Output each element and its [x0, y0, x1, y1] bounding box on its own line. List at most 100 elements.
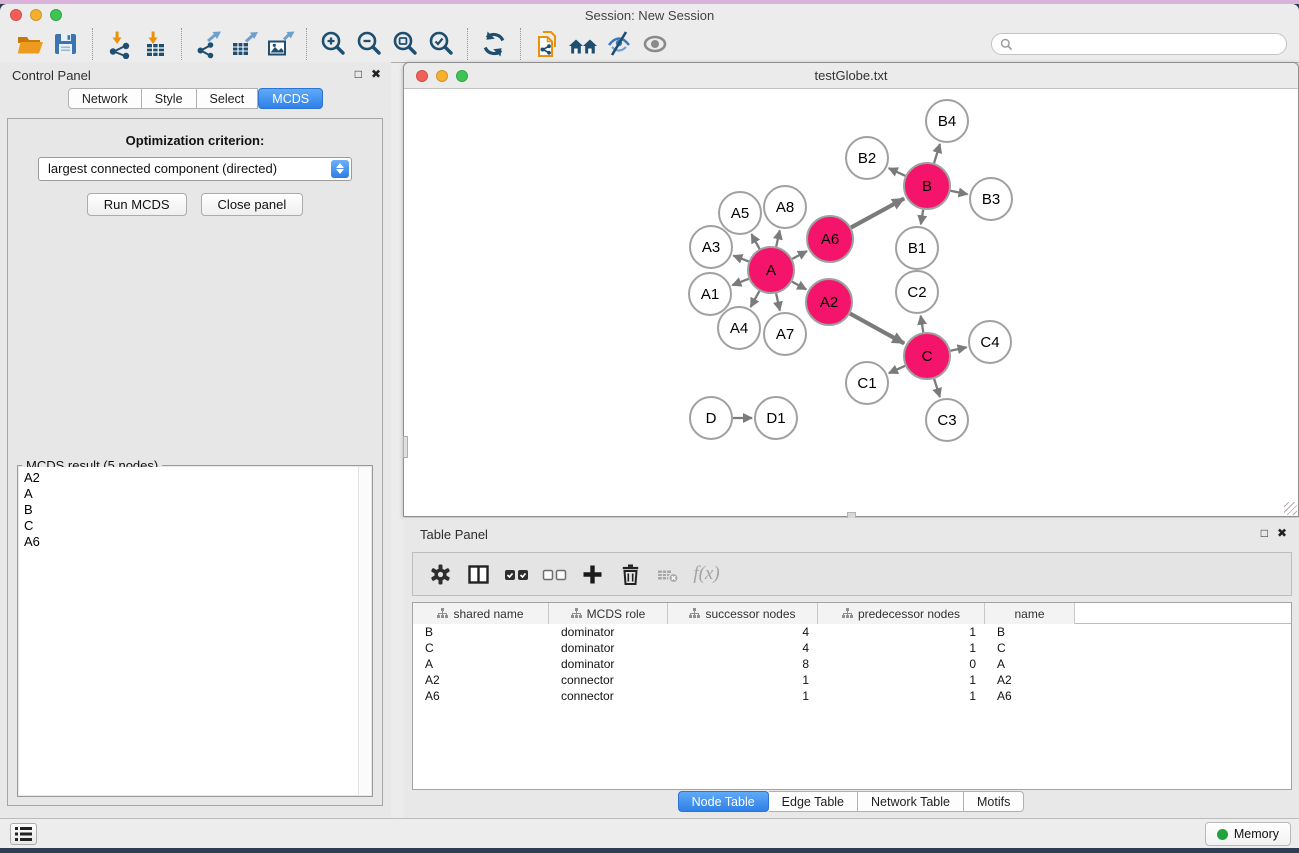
export-image-button[interactable] [262, 27, 298, 61]
mcds-result-list[interactable]: A2ABCA6 [19, 467, 371, 795]
result-item[interactable]: C [19, 518, 371, 534]
result-list-scrollbar[interactable] [358, 467, 371, 795]
zoom-out-button[interactable] [351, 27, 387, 61]
minimize-window-button[interactable] [30, 9, 42, 21]
delete-column-button[interactable] [616, 559, 645, 589]
open-session-button[interactable] [12, 27, 48, 61]
result-item[interactable]: A6 [19, 534, 371, 550]
graph-edge-A-A1[interactable] [732, 279, 748, 285]
table-tab-node-table[interactable]: Node Table [678, 791, 769, 812]
table-row[interactable]: Bdominator41B [413, 624, 1291, 640]
graph-edge-B-B4[interactable] [934, 144, 940, 163]
cell-predecessor-nodes: 0 [818, 656, 985, 672]
tab-style[interactable]: Style [142, 88, 197, 109]
network-window-titlebar[interactable]: testGlobe.txt [404, 63, 1298, 89]
float-panel-icon[interactable]: □ [355, 67, 362, 81]
table-panel: Table Panel □ ✖ [403, 518, 1299, 819]
graph-edge-C-C4[interactable] [950, 347, 966, 351]
import-table-button[interactable] [137, 27, 173, 61]
criterion-dropdown[interactable]: largest connected component (directed) [38, 157, 352, 181]
float-panel-icon[interactable]: □ [1261, 526, 1268, 540]
tab-network[interactable]: Network [68, 88, 142, 109]
table-row[interactable]: Adominator80A [413, 656, 1291, 672]
table-settings-button[interactable] [426, 559, 455, 589]
splitter-grip-left[interactable] [403, 436, 408, 458]
graph-edge-A-A5[interactable] [751, 234, 759, 249]
graph-edge-A-A4[interactable] [751, 291, 760, 307]
refresh-icon [479, 29, 509, 59]
column-header-predecessor-nodes[interactable]: predecessor nodes [818, 603, 985, 624]
network-minimize-button[interactable] [436, 70, 448, 82]
column-header-mcds-role[interactable]: MCDS role [549, 603, 668, 624]
resize-corner-icon[interactable] [1284, 502, 1297, 515]
cell-name: A6 [985, 688, 1075, 704]
column-header-successor-nodes[interactable]: successor nodes [668, 603, 818, 624]
show-columns-button[interactable] [464, 559, 493, 589]
table-tab-motifs[interactable]: Motifs [964, 791, 1024, 812]
graph-edge-A6-B[interactable] [851, 198, 904, 227]
graph-edge-A-A8[interactable] [776, 230, 780, 246]
close-panel-button[interactable]: Close panel [201, 193, 304, 216]
graph-edge-A2-C[interactable] [850, 314, 904, 344]
search-field[interactable] [991, 33, 1287, 55]
memory-button[interactable]: Memory [1205, 822, 1291, 846]
column-header-name[interactable]: name [985, 603, 1075, 624]
table-row[interactable]: A6connector11A6 [413, 688, 1291, 704]
table-row[interactable]: A2connector11A2 [413, 672, 1291, 688]
deselect-all-button[interactable] [540, 559, 569, 589]
table-tab-network-table[interactable]: Network Table [858, 791, 964, 812]
result-item[interactable]: B [19, 502, 371, 518]
table-row[interactable]: Cdominator41C [413, 640, 1291, 656]
hide-selected-button[interactable] [601, 27, 637, 61]
close-window-button[interactable] [10, 9, 22, 21]
column-header-shared-name[interactable]: shared name [413, 603, 549, 624]
result-item[interactable]: A2 [19, 470, 371, 486]
run-mcds-button[interactable]: Run MCDS [87, 193, 187, 216]
graph-edge-A-A6[interactable] [792, 251, 807, 259]
refresh-button[interactable] [476, 27, 512, 61]
close-panel-icon[interactable]: ✖ [1277, 526, 1287, 540]
graph-edge-B-B2[interactable] [889, 168, 906, 176]
task-history-button[interactable] [10, 823, 37, 845]
clone-network-button[interactable] [529, 27, 565, 61]
add-column-button[interactable] [578, 559, 607, 589]
select-all-button[interactable] [502, 559, 531, 589]
graph-node-label: B [922, 178, 932, 195]
network-canvas[interactable]: B4B2BB3A5A8A6B1A3AA1C2A2A4A7C4CC1C3DD1 [404, 90, 1298, 516]
home-first-neighbors-button[interactable] [565, 27, 601, 61]
graph-edge-A-A2[interactable] [792, 282, 806, 290]
attribute-type-icon [437, 608, 448, 619]
export-network-button[interactable] [190, 27, 226, 61]
export-table-button[interactable] [226, 27, 262, 61]
graph-edge-A-A3[interactable] [733, 256, 748, 262]
tab-mcds[interactable]: MCDS [258, 88, 323, 109]
graph-edge-C-C2[interactable] [921, 316, 924, 333]
graph-edge-A-A7[interactable] [776, 293, 780, 310]
cell-successor-nodes: 4 [668, 640, 818, 656]
graph-edge-B-B3[interactable] [951, 191, 968, 194]
toolbar-separator [181, 28, 182, 60]
zoom-in-button[interactable] [315, 27, 351, 61]
network-close-button[interactable] [416, 70, 428, 82]
network-zoom-button[interactable] [456, 70, 468, 82]
graph-edge-C-C1[interactable] [889, 366, 905, 373]
node-table: shared name MCDS rolesuccessor nodesprede… [412, 602, 1292, 790]
column-header-label: shared name [453, 607, 523, 621]
zoom-fit-button[interactable] [387, 27, 423, 61]
cell-mcds-role: connector [549, 688, 668, 704]
close-panel-icon[interactable]: ✖ [371, 67, 381, 81]
save-session-button[interactable] [48, 27, 84, 61]
table-tab-edge-table[interactable]: Edge Table [769, 791, 858, 812]
window-title: Session: New Session [0, 4, 1299, 27]
graph-edge-B-B1[interactable] [921, 210, 923, 225]
import-network-button[interactable] [101, 27, 137, 61]
show-all-button[interactable] [637, 27, 673, 61]
tab-select[interactable]: Select [197, 88, 259, 109]
cell-mcds-role: dominator [549, 624, 668, 640]
zoom-selected-button[interactable] [423, 27, 459, 61]
function-builder-button: f(x) [692, 559, 721, 589]
result-item[interactable]: A [19, 486, 371, 502]
search-input[interactable] [1018, 37, 1278, 51]
zoom-window-button[interactable] [50, 9, 62, 21]
graph-edge-C-C3[interactable] [934, 379, 940, 397]
